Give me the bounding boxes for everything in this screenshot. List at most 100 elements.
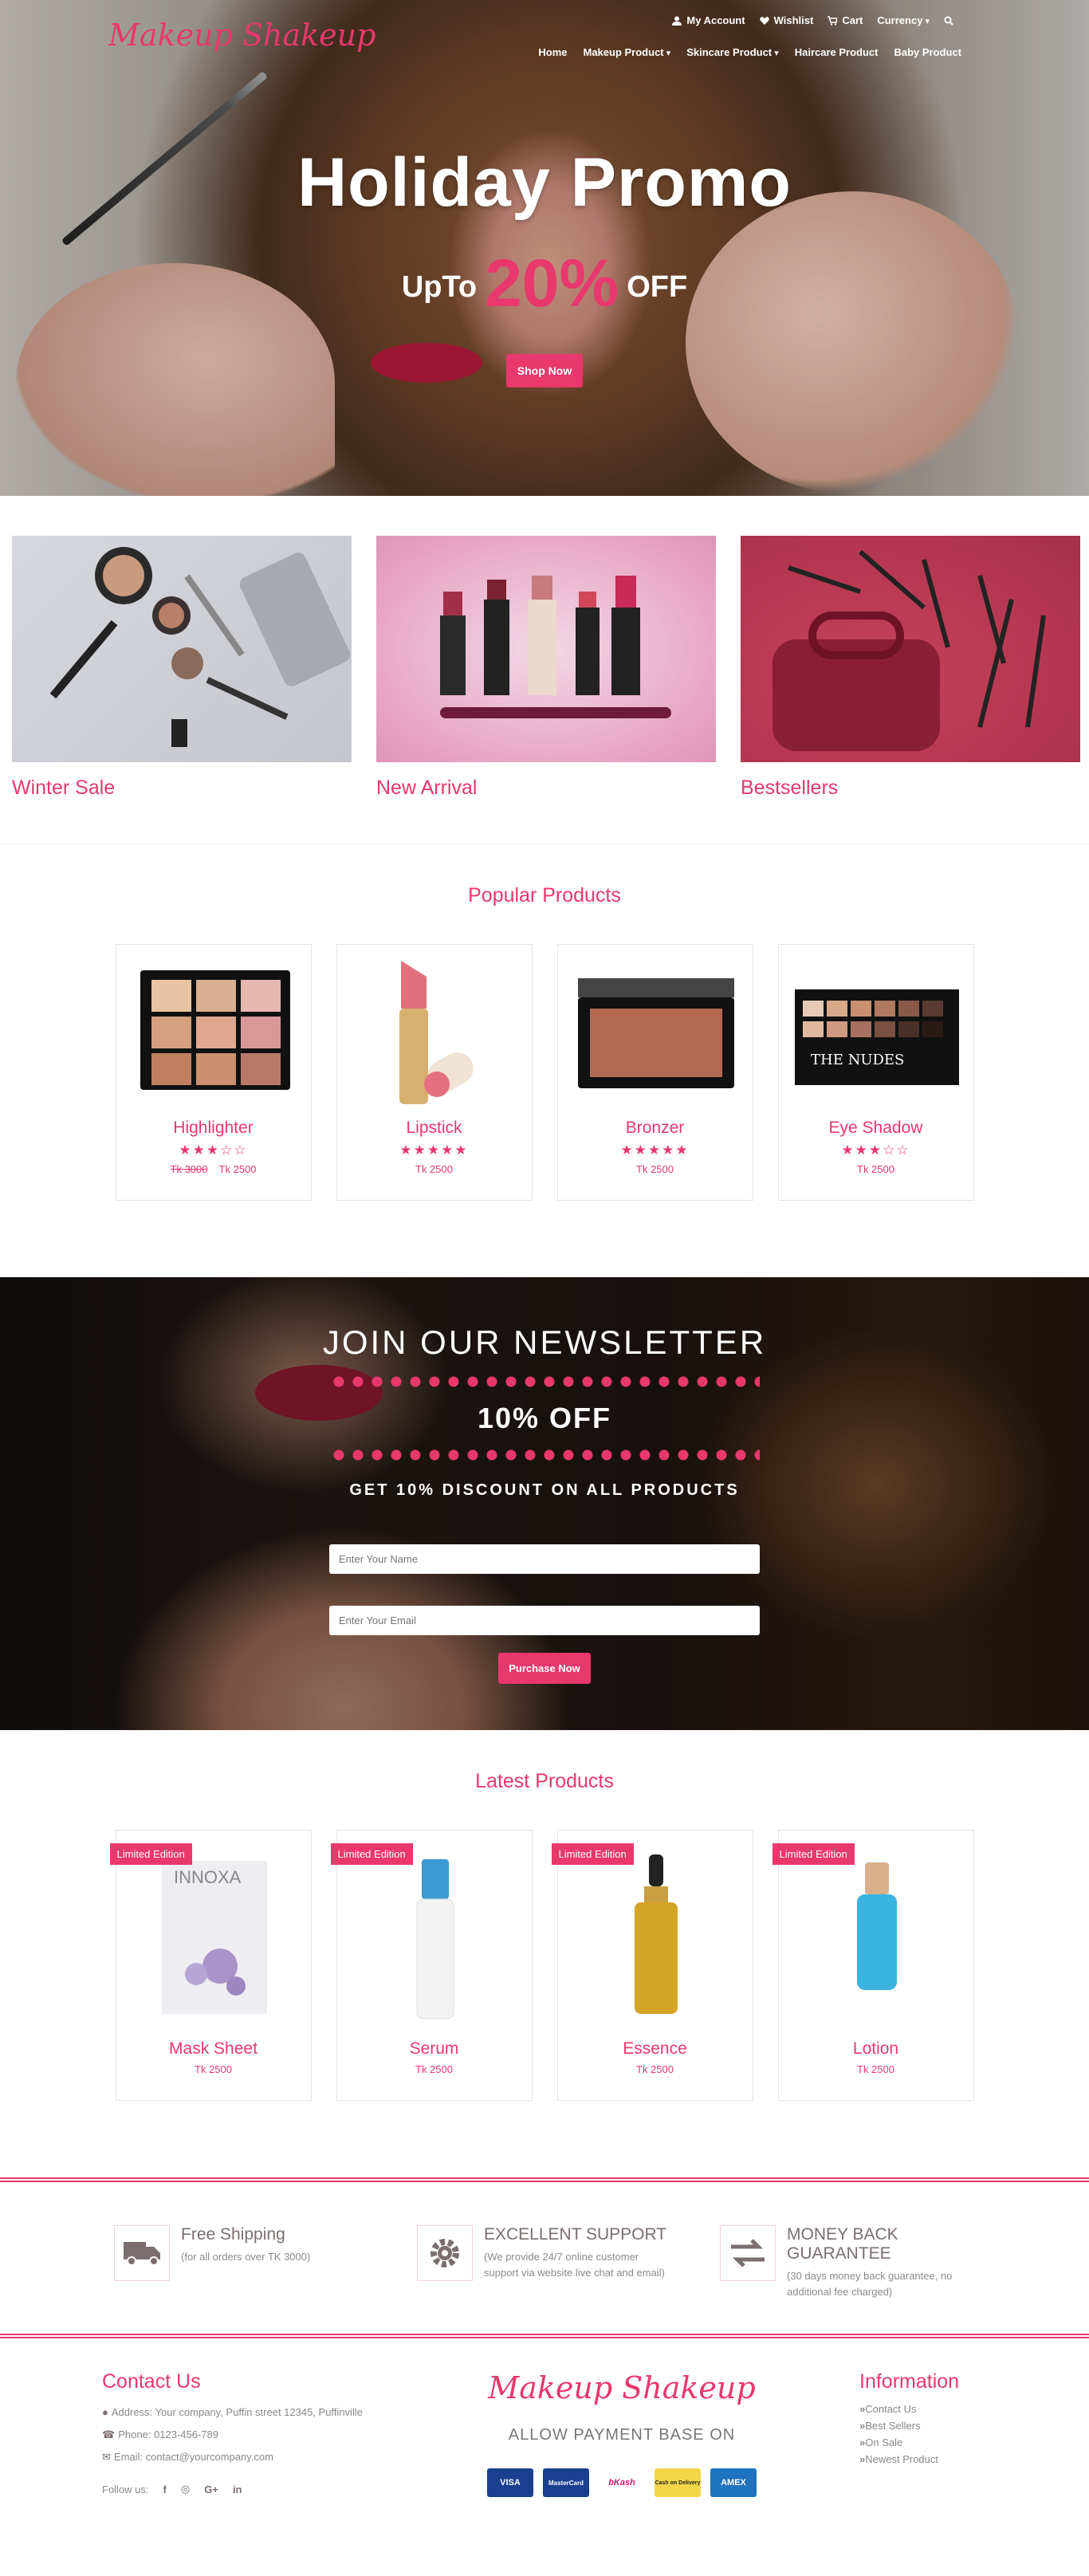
- hero-banner: Makeup Shakeup My Account Wishlist Cart …: [0, 0, 1089, 496]
- newsletter-section: JOIN OUR NEWSLETTER 10% OFF GET 10% DISC…: [0, 1277, 1089, 1730]
- hero-percent: 20%: [485, 246, 619, 321]
- info-link-label: Best Sellers: [865, 2420, 921, 2432]
- category-winter-sale[interactable]: Winter Sale: [12, 536, 352, 800]
- features-strip: Free Shipping (for all orders over TK 30…: [0, 2177, 1089, 2338]
- feature-excellent-support: EXCELLENT SUPPORT (We provide 24/7 onlin…: [417, 2225, 672, 2334]
- category-row: Winter Sale New Arrival Bestsellers: [0, 496, 1089, 800]
- wishlist-link[interactable]: Wishlist: [759, 14, 813, 26]
- linkedin-icon[interactable]: in: [233, 2484, 242, 2495]
- product-name: Essence: [623, 2039, 687, 2058]
- nav-baby-product[interactable]: Baby Product: [894, 46, 961, 58]
- footer-logo[interactable]: Makeup Shakeup: [478, 2370, 765, 2405]
- lipsticks-illustration: [440, 576, 671, 718]
- currency-label: Currency: [877, 14, 930, 26]
- category-image: [376, 536, 716, 762]
- gear-icon: [417, 2225, 473, 2281]
- bronzer-image: [577, 978, 734, 1088]
- email-input[interactable]: [329, 1606, 760, 1635]
- footer-email: ✉ Email: contact@yourcompany.com: [102, 2449, 365, 2465]
- site-logo[interactable]: Makeup Shakeup: [108, 18, 375, 53]
- brushes-bag-illustration: [773, 549, 1046, 751]
- old-price: Tk 3000: [170, 1163, 208, 1175]
- product-price: Tk 2500: [337, 1163, 532, 1175]
- rating-stars: ★★★★★: [620, 1142, 690, 1158]
- currency-dropdown[interactable]: Currency: [877, 14, 930, 26]
- shop-now-button[interactable]: Shop Now: [505, 354, 584, 387]
- product-name: Eye Shadow: [828, 1119, 923, 1137]
- hero-prefix: UpTo: [401, 270, 478, 304]
- account-links: My Account Wishlist Cart Currency: [672, 14, 953, 26]
- follow-label: Follow us:: [102, 2483, 149, 2495]
- product-name: Bronzer: [625, 1119, 685, 1137]
- info-link-contact-us[interactable]: »Contact Us: [859, 2403, 1019, 2415]
- cash-on-delivery-icon: Cash on Delivery: [655, 2468, 701, 2497]
- latest-products-section: Latest Products Limited Edition INNOXA M…: [0, 1730, 1089, 2177]
- dots-divider: [329, 1449, 760, 1461]
- rating-stars: ★★★☆☆: [841, 1142, 910, 1158]
- twitter-icon[interactable]: ◎: [181, 2483, 190, 2495]
- truck-icon: [114, 2225, 170, 2281]
- social-links: Follow us: f ◎ G+ in: [102, 2483, 365, 2495]
- product-price: Tk 2500: [558, 1163, 753, 1175]
- hero-suffix: OFF: [627, 270, 688, 304]
- footer-email-text[interactable]: Email: contact@yourcompany.com: [114, 2451, 273, 2463]
- product-card-serum[interactable]: Limited Edition Serum Tk 2500: [330, 1830, 533, 2101]
- nav-haircare-product[interactable]: Haircare Product: [795, 46, 879, 58]
- search-button[interactable]: [944, 14, 953, 26]
- info-link-newest-product[interactable]: »Newest Product: [859, 2453, 1019, 2465]
- google-plus-icon[interactable]: G+: [204, 2484, 218, 2495]
- product-image: THE NUDES: [779, 945, 973, 1119]
- feature-desc: (30 days money back guarantee, no additi…: [787, 2270, 953, 2298]
- rating-stars: ★★★★★: [399, 1142, 469, 1158]
- product-name: Lotion: [852, 2039, 899, 2058]
- name-input[interactable]: [329, 1544, 760, 1574]
- info-link-label: Contact Us: [865, 2403, 917, 2415]
- popular-products-section: Popular Products Highlighter ★★★☆☆ Tk 30…: [0, 844, 1089, 1277]
- product-card-essence[interactable]: Limited Edition Essence Tk 2500: [551, 1830, 753, 2101]
- feature-title: MONEY BACK GUARANTEE: [787, 2225, 898, 2263]
- nav-makeup-product[interactable]: Makeup Product: [584, 46, 671, 58]
- product-name: Lipstick: [406, 1119, 462, 1137]
- nav-skincare-product[interactable]: Skincare Product: [686, 46, 779, 58]
- payment-methods: VISA MasterCard bKash Cash on Delivery A…: [478, 2468, 765, 2497]
- category-title: New Arrival: [376, 777, 478, 799]
- feature-free-shipping: Free Shipping (for all orders over TK 30…: [114, 2225, 369, 2334]
- product-card-bronzer[interactable]: Bronzer ★★★★★ Tk 2500: [556, 944, 753, 1201]
- category-new-arrival[interactable]: New Arrival: [376, 536, 716, 800]
- product-card-lotion[interactable]: Limited Edition Lotion Tk 2500: [772, 1830, 974, 2101]
- rating-stars: ★★★☆☆: [179, 1142, 248, 1158]
- product-card-highlighter[interactable]: Highlighter ★★★☆☆ Tk 3000 Tk 2500: [115, 944, 312, 1201]
- product-image: [116, 945, 311, 1119]
- popular-product-grid: Highlighter ★★★☆☆ Tk 3000 Tk 2500 Lipstic…: [0, 944, 1089, 1201]
- exchange-arrows-icon: [720, 2225, 776, 2281]
- category-image: [12, 536, 352, 762]
- hero-title: Holiday Promo: [297, 144, 792, 221]
- cart-link[interactable]: Cart: [828, 14, 863, 26]
- eyeshadow-image: THE NUDES: [794, 989, 959, 1085]
- newsletter-offer: 10% OFF: [477, 1402, 612, 1434]
- section-title: Popular Products: [468, 884, 621, 907]
- cart-icon: [828, 15, 838, 26]
- info-link-on-sale[interactable]: »On Sale: [859, 2436, 1019, 2448]
- product-card-eye-shadow[interactable]: THE NUDES Eye Shadow ★★★☆☆ Tk 2500: [777, 944, 974, 1201]
- product-card-mask-sheet[interactable]: Limited Edition INNOXA Mask Sheet Tk 250…: [109, 1830, 312, 2101]
- my-account-link[interactable]: My Account: [672, 14, 745, 26]
- category-title: Bestsellers: [741, 777, 839, 799]
- info-link-best-sellers[interactable]: »Best Sellers: [859, 2420, 1019, 2432]
- category-bestsellers[interactable]: Bestsellers: [741, 536, 1080, 800]
- lipstick-image: [399, 961, 474, 1104]
- facebook-icon[interactable]: f: [163, 2484, 167, 2495]
- product-price: Tk 2500: [636, 2063, 674, 2075]
- header: Makeup Shakeup My Account Wishlist Cart …: [0, 0, 1089, 72]
- nav-home[interactable]: Home: [538, 46, 567, 58]
- product-card-lipstick[interactable]: Lipstick ★★★★★ Tk 2500: [336, 944, 533, 1201]
- limited-edition-badge: Limited Edition: [330, 1843, 413, 1865]
- footer-contact: Contact Us ● Address: Your company, Puffi…: [102, 2370, 365, 2495]
- envelope-icon: ✉: [102, 2451, 111, 2463]
- section-title: Latest Products: [475, 1770, 614, 1792]
- purchase-now-button[interactable]: Purchase Now: [498, 1653, 591, 1684]
- newsletter-subtitle: GET 10% DISCOUNT ON ALL PRODUCTS: [349, 1481, 740, 1499]
- product-name: Serum: [409, 2039, 459, 2058]
- svg-text:INNOXA: INNOXA: [174, 1867, 242, 1887]
- main-nav: Home Makeup Product Skincare Product Hai…: [538, 46, 961, 58]
